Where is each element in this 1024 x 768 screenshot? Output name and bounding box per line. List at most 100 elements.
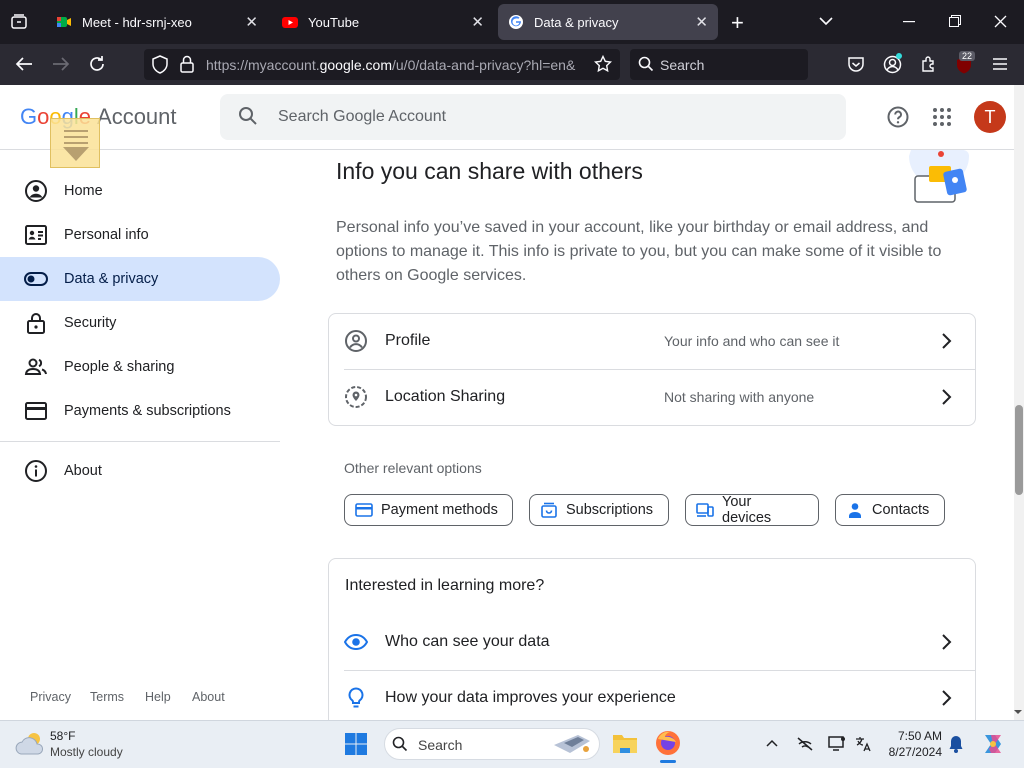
toggle-icon [24,267,48,291]
clock-date[interactable]: 8/27/2024 [880,745,942,759]
subscriptions-chip[interactable]: Subscriptions [529,494,669,526]
sidebar-item-security[interactable]: Security [0,301,280,345]
windows-start-icon[interactable] [344,732,368,756]
chip-label: Payment methods [381,502,498,518]
tracking-shield-icon[interactable] [151,55,169,74]
row-label: Profile [385,332,431,349]
close-window-icon[interactable] [994,15,1007,28]
your-devices-chip[interactable]: Your devices [685,494,819,526]
notification-bell-icon[interactable] [949,735,963,753]
who-can-see-data-row[interactable]: Who can see your data [344,614,976,670]
close-tab-icon[interactable]: ✕ [695,13,708,31]
reload-icon[interactable] [88,55,106,73]
scrollbar-thumb[interactable] [1015,405,1023,495]
tab-title: Meet - hdr-srnj-xeo [82,14,192,30]
section-description: Personal info you’ve saved in your accou… [336,219,942,284]
sharing-illustration [905,150,969,206]
weather-temperature[interactable]: 58°F [50,729,75,743]
network-off-icon[interactable] [796,736,814,752]
chevron-right-icon [934,630,958,654]
search-icon[interactable] [238,106,258,126]
firefox-icon[interactable] [655,730,681,756]
display-icon[interactable] [828,736,846,752]
restore-icon[interactable] [949,15,961,27]
contacts-chip[interactable]: Contacts [835,494,945,526]
tab-overview-icon[interactable] [10,13,28,31]
sidebar-item-personal-info[interactable]: Personal info [0,213,280,257]
other-options-label: Other relevant options [344,460,482,476]
sidebar-item-about[interactable]: About [0,449,280,493]
download-indicator-icon[interactable] [50,118,100,168]
chevron-right-icon [934,329,958,353]
active-app-indicator [660,760,676,763]
tab-meet[interactable]: Meet - hdr-srnj-xeo ✕ [46,4,268,40]
language-icon[interactable] [854,736,872,752]
profile-row[interactable]: Profile Your info and who can see it [344,313,976,369]
chevron-right-icon [934,385,958,409]
data-improves-experience-row[interactable]: How your data improves your experience [344,670,976,726]
people-icon [24,355,48,379]
account-search-input[interactable]: Search Google Account [278,108,446,126]
extensions-icon[interactable] [920,55,938,73]
google-apps-icon[interactable] [932,107,952,127]
help-icon[interactable] [886,105,910,129]
tab-youtube[interactable]: YouTube ✕ [272,4,494,40]
account-icon[interactable] [883,53,902,74]
search-highlight-icon [550,731,594,757]
browser-search-box[interactable] [630,49,808,80]
file-explorer-icon[interactable] [612,731,638,755]
credit-card-icon [24,399,48,423]
sidebar-item-label: About [64,463,102,479]
minimize-icon[interactable] [903,21,915,23]
copilot-icon[interactable] [980,731,1006,757]
tab-data-privacy[interactable]: Data & privacy ✕ [498,4,718,40]
info-icon [24,459,48,483]
sidebar-item-label: People & sharing [64,359,175,375]
devices-icon [696,501,714,519]
bookmark-star-icon[interactable] [594,55,612,73]
close-tab-icon[interactable]: ✕ [245,13,258,31]
footer-link-terms[interactable]: Terms [90,690,124,704]
search-icon [638,56,654,72]
sidebar-item-home[interactable]: Home [0,169,280,213]
credit-card-icon [355,501,373,519]
chip-label: Contacts [872,502,930,518]
page-scrollbar[interactable] [1014,85,1024,720]
back-arrow-icon[interactable] [15,56,33,72]
sidebar-item-people-sharing[interactable]: People & sharing [0,345,280,389]
footer-link-privacy[interactable]: Privacy [30,690,71,704]
forward-arrow-icon[interactable] [52,56,70,72]
footer-link-about[interactable]: About [192,690,225,704]
weather-cloud-icon[interactable] [14,730,46,756]
chip-label: Your devices [722,494,772,526]
location-sharing-row[interactable]: Location Sharing Not sharing with anyone [344,369,976,425]
google-meet-icon [56,14,72,30]
lock-icon [24,311,48,335]
learn-more-title: Interested in learning more? [345,577,545,594]
subscriptions-icon [540,501,558,519]
row-description: Not sharing with anyone [664,389,815,405]
chevron-up-icon[interactable] [766,739,778,747]
list-all-tabs-icon[interactable] [818,15,834,27]
clock-time[interactable]: 7:50 AM [880,729,942,743]
sidebar-item-payments[interactable]: Payments & subscriptions [0,389,280,433]
new-tab-button[interactable]: + [731,10,744,36]
lock-icon[interactable] [180,55,194,73]
scroll-down-arrow-icon[interactable] [1013,708,1023,716]
avatar[interactable]: T [974,101,1006,133]
pocket-icon[interactable] [847,56,865,73]
payment-methods-chip[interactable]: Payment methods [344,494,513,526]
extension-badge: 22 [959,51,976,61]
close-tab-icon[interactable]: ✕ [471,13,484,31]
profile-icon [344,329,368,353]
row-label: Location Sharing [385,388,506,405]
sidebar-item-label: Security [64,315,117,331]
weather-description[interactable]: Mostly cloudy [50,745,123,759]
tab-title: YouTube [308,14,360,30]
sidebar-item-data-privacy[interactable]: Data & privacy [0,257,280,301]
footer-link-help[interactable]: Help [145,690,171,704]
url-text[interactable]: https://myaccount.google.com/u/0/data-an… [206,57,584,73]
sidebar-divider [0,441,280,442]
google-g-icon [508,14,524,30]
hamburger-menu-icon[interactable] [992,57,1008,71]
